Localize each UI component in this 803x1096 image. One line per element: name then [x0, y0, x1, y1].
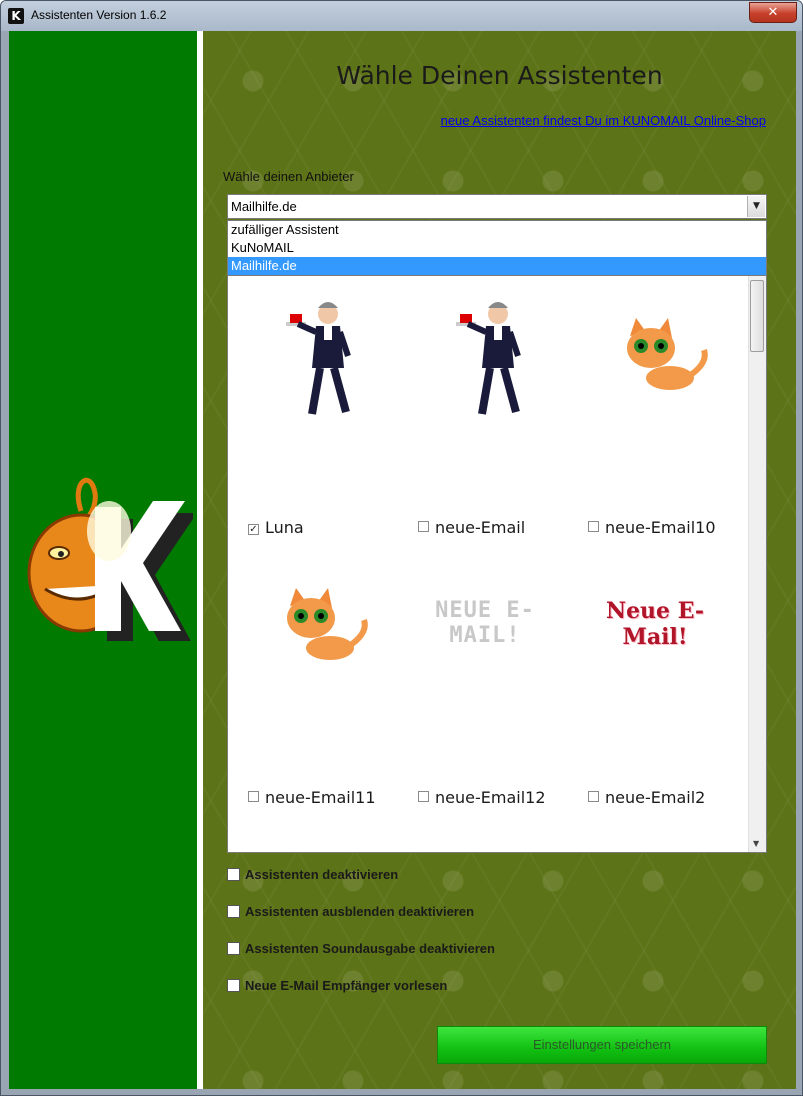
neue-email-text-art: Neue E-Mail! [605, 598, 705, 650]
option-deactivate[interactable]: Assistenten deaktivieren [227, 867, 398, 882]
option-label: Assistenten Soundausgabe deaktivieren [245, 941, 495, 956]
assistant-name: neue-Email11 [265, 788, 376, 807]
client-area: Wähle Deinen Assistenten neue Assistente… [9, 31, 796, 1089]
assistant-label[interactable]: neue-Email10 [588, 518, 716, 537]
shop-link[interactable]: neue Assistenten findest Du im KUNOMAIL … [441, 113, 766, 128]
window-title: Assistenten Version 1.6.2 [31, 8, 167, 22]
chevron-down-icon[interactable]: ▼ [747, 196, 765, 217]
provider-label: Wähle deinen Anbieter [223, 169, 354, 184]
assistant-label[interactable]: neue-Email2 [588, 788, 705, 807]
main-panel: Wähle Deinen Assistenten neue Assistente… [203, 31, 796, 1089]
scrollbar-thumb[interactable] [750, 280, 764, 352]
assistant-checkbox[interactable] [248, 791, 259, 802]
assistant-checkbox[interactable] [588, 521, 599, 532]
kunomail-logo-icon [27, 477, 193, 641]
provider-select-value: Mailhilfe.de [231, 199, 297, 214]
assistant-tile[interactable]: NEUE E-MAIL! neue-Email12 [408, 546, 578, 816]
assistant-tile[interactable]: neue-Email11 [238, 546, 408, 816]
dropdown-option[interactable]: KuNoMAIL [228, 239, 766, 257]
sidebar [9, 31, 197, 1089]
grid-scrollbar[interactable]: ▼ [748, 276, 766, 852]
assistant-name: Luna [265, 518, 304, 537]
butler-icon [286, 302, 351, 415]
option-hide-deactivate[interactable]: Assistenten ausblenden deaktivieren [227, 904, 474, 919]
app-window: K Assistenten Version 1.6.2 ✕ Wähle Dein… [0, 0, 803, 1096]
assistant-label[interactable]: ✓ Luna [248, 518, 304, 537]
assistant-checkbox[interactable] [588, 791, 599, 802]
page-title: Wähle Deinen Assistenten [336, 61, 663, 90]
assistant-label[interactable]: neue-Email12 [418, 788, 546, 807]
assistant-name: neue-Email2 [605, 788, 706, 807]
assistant-label[interactable]: neue-Email [418, 518, 525, 537]
assistant-tile[interactable]: ✓ Luna [238, 276, 408, 546]
neue-email-text-art: NEUE E-MAIL! [435, 598, 535, 648]
option-checkbox[interactable] [227, 979, 240, 992]
butler-icon [456, 302, 521, 415]
assistant-label[interactable]: neue-Email11 [248, 788, 376, 807]
assistant-tile[interactable]: Neue E-Mail! neue-Email2 [578, 546, 748, 816]
option-checkbox[interactable] [227, 868, 240, 881]
dropdown-option-selected[interactable]: Mailhilfe.de [228, 257, 766, 275]
option-label: Assistenten ausblenden deaktivieren [245, 904, 475, 919]
assistant-tile[interactable]: neue-Email [408, 276, 578, 546]
app-icon: K [8, 8, 24, 24]
assistant-grid: ✓ Luna neue-Email neue-Email10 neue-Emai… [227, 275, 767, 853]
close-button[interactable]: ✕ [749, 2, 797, 23]
option-sound-deactivate[interactable]: Assistenten Soundausgabe deaktivieren [227, 941, 495, 956]
title-bar[interactable]: K Assistenten Version 1.6.2 ✕ [1, 1, 802, 31]
save-settings-button[interactable]: Einstellungen speichern [437, 1026, 767, 1064]
assistant-tile[interactable]: neue-Email10 [578, 276, 748, 546]
cat-icon [627, 318, 708, 390]
dropdown-option[interactable]: zufälliger Assistent [228, 221, 766, 239]
assistant-checkbox-checked[interactable]: ✓ [248, 524, 259, 535]
assistant-name: neue-Email10 [605, 518, 716, 537]
provider-dropdown-list: zufälliger Assistent KuNoMAIL Mailhilfe.… [227, 220, 767, 275]
assistant-checkbox[interactable] [418, 521, 429, 532]
option-read-recipients[interactable]: Neue E-Mail Empfänger vorlesen [227, 978, 447, 993]
option-checkbox[interactable] [227, 905, 240, 918]
assistant-checkbox[interactable] [418, 791, 429, 802]
cat-icon [287, 588, 368, 660]
option-label: Assistenten deaktivieren [245, 867, 399, 882]
scroll-down-icon[interactable]: ▼ [753, 839, 759, 848]
assistant-name: neue-Email12 [435, 788, 546, 807]
option-checkbox[interactable] [227, 942, 240, 955]
option-label: Neue E-Mail Empfänger vorlesen [245, 978, 448, 993]
assistant-name: neue-Email [435, 518, 526, 537]
provider-select[interactable]: Mailhilfe.de ▼ [227, 194, 767, 219]
